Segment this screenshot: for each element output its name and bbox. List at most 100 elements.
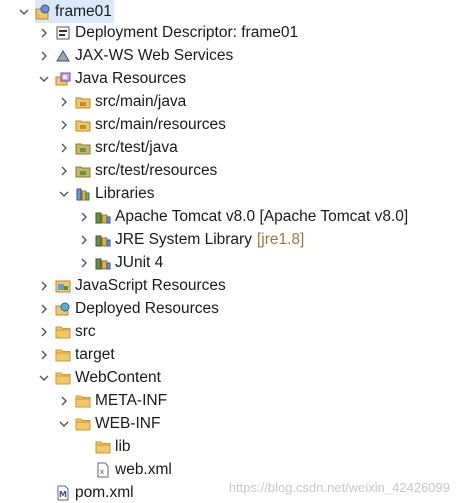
tree-item-content[interactable]: Deployment Descriptor: frame01 xyxy=(55,21,300,44)
tree-item-content[interactable]: WebContent xyxy=(55,366,163,389)
tree-item-junit-4[interactable]: JUnit 4 xyxy=(78,251,165,274)
tree-item-content[interactable]: Libraries xyxy=(75,182,156,205)
chevron-right-icon[interactable] xyxy=(38,302,50,316)
folder-icon xyxy=(75,393,91,409)
chevron-down-icon[interactable] xyxy=(38,72,50,86)
tree-item-src-test-resources[interactable]: src/test/resources xyxy=(58,159,219,182)
tree-item-content[interactable]: Jframe01 xyxy=(35,0,114,23)
chevron-right-icon[interactable] xyxy=(38,26,50,40)
tree-item-label: src/test/java xyxy=(95,139,178,156)
tree-item-label: src/main/java xyxy=(95,93,187,110)
tree-item-content[interactable]: src/test/resources xyxy=(75,159,219,182)
tree-item-javascript-resources[interactable]: JavaScript Resources xyxy=(38,274,228,297)
test-source-folder-icon xyxy=(75,140,91,156)
tree-item-libraries[interactable]: Libraries xyxy=(58,182,156,205)
tree-item-content[interactable]: lib xyxy=(95,435,133,458)
tree-item-web-xml[interactable]: x web.xml xyxy=(78,458,174,481)
tree-item-label: src/test/resources xyxy=(95,162,218,179)
svg-text:x: x xyxy=(100,468,104,476)
tree-item-label: JUnit 4 xyxy=(115,254,164,271)
test-source-folder-icon xyxy=(75,163,91,179)
tree-item-java-resources[interactable]: Java Resources xyxy=(38,67,188,90)
tree-item-label: lib xyxy=(115,438,131,455)
deployment-descriptor-icon xyxy=(55,25,71,41)
tree-item-jax-ws-web-services[interactable]: JAX-WS Web Services xyxy=(38,44,235,67)
tree-item-label: META-INF xyxy=(95,392,168,409)
tree-item-deployed-resources[interactable]: Deployed Resources xyxy=(38,297,221,320)
source-folder-icon xyxy=(75,117,91,133)
chevron-down-icon[interactable] xyxy=(58,417,70,431)
tree-item-label: Libraries xyxy=(95,185,155,202)
chevron-right-icon[interactable] xyxy=(58,164,70,178)
tree-item-src[interactable]: src xyxy=(38,320,98,343)
tree-item-content[interactable]: Apache Tomcat v8.0 [Apache Tomcat v8.0] xyxy=(95,205,410,228)
tree-item-src-test-java[interactable]: src/test/java xyxy=(58,136,180,159)
folder-icon xyxy=(55,324,71,340)
web-services-icon xyxy=(55,48,71,64)
tree-item-target[interactable]: target xyxy=(38,343,117,366)
chevron-down-icon[interactable] xyxy=(58,187,70,201)
tree-item-content[interactable]: src/test/java xyxy=(75,136,180,159)
tree-item-content[interactable]: JavaScript Resources xyxy=(55,274,228,297)
tree-item-content[interactable]: Java Resources xyxy=(55,67,188,90)
tree-item-label: pom.xml xyxy=(75,484,134,501)
chevron-right-icon[interactable] xyxy=(58,95,70,109)
tree-item-src-main-resources[interactable]: src/main/resources xyxy=(58,113,228,136)
tree-item-label: WebContent xyxy=(75,369,161,386)
tree-item-web-inf[interactable]: WEB-INF xyxy=(58,412,162,435)
svg-text:J: J xyxy=(37,13,40,20)
chevron-right-icon[interactable] xyxy=(78,210,90,224)
chevron-right-icon[interactable] xyxy=(38,49,50,63)
tree-item-label: JRE System Library xyxy=(115,231,252,248)
chevron-right-icon[interactable] xyxy=(38,279,50,293)
tree-item-label: Deployment Descriptor: frame01 xyxy=(75,24,299,41)
chevron-down-icon[interactable] xyxy=(38,371,50,385)
tree-item-meta-inf[interactable]: META-INF xyxy=(58,389,169,412)
web-project-icon: J xyxy=(35,4,51,20)
libraries-icon xyxy=(75,186,91,202)
tree-item-content[interactable]: src xyxy=(55,320,98,343)
tree-item-pom-xml[interactable]: Mpom.xml xyxy=(38,481,136,503)
maven-pom-icon: M xyxy=(55,485,71,501)
tree-item-frame01[interactable]: Jframe01 xyxy=(18,0,114,23)
tree-item-content[interactable]: JRE System Library [jre1.8] xyxy=(95,228,306,251)
tree-item-content[interactable]: JUnit 4 xyxy=(95,251,165,274)
tree-item-content[interactable]: x web.xml xyxy=(95,458,174,481)
chevron-right-icon[interactable] xyxy=(58,118,70,132)
tree-item-decoration: [jre1.8] xyxy=(256,231,305,248)
tree-item-content[interactable]: Deployed Resources xyxy=(55,297,221,320)
tree-item-label: src xyxy=(75,323,96,340)
chevron-right-icon[interactable] xyxy=(78,256,90,270)
chevron-right-icon[interactable] xyxy=(58,141,70,155)
tree-item-label: Deployed Resources xyxy=(75,300,219,317)
library-icon xyxy=(95,232,111,248)
tree-item-content[interactable]: src/main/resources xyxy=(75,113,228,136)
chevron-down-icon[interactable] xyxy=(18,5,30,19)
tree-item-label: Java Resources xyxy=(75,70,187,87)
tree-item-jre-system-library[interactable]: JRE System Library [jre1.8] xyxy=(78,228,306,251)
tree-item-content[interactable]: src/main/java xyxy=(75,90,188,113)
tree-item-content[interactable]: Mpom.xml xyxy=(55,481,136,503)
tree-item-label: WEB-INF xyxy=(95,415,161,432)
library-icon xyxy=(95,255,111,271)
tree-item-src-main-java[interactable]: src/main/java xyxy=(58,90,188,113)
tree-item-deployment-descriptor-frame01[interactable]: Deployment Descriptor: frame01 xyxy=(38,21,300,44)
tree-item-label: target xyxy=(75,346,115,363)
chevron-right-icon[interactable] xyxy=(58,394,70,408)
watermark-text: https://blog.csdn.net/weixin_42426099 xyxy=(228,480,450,495)
tree-item-content[interactable]: WEB-INF xyxy=(75,412,162,435)
chevron-right-icon[interactable] xyxy=(38,348,50,362)
tree-item-label: frame01 xyxy=(55,3,112,20)
folder-icon xyxy=(95,439,111,455)
tree-item-label: src/main/resources xyxy=(95,116,226,133)
folder-icon xyxy=(55,347,71,363)
tree-item-lib[interactable]: lib xyxy=(78,435,133,458)
chevron-right-icon[interactable] xyxy=(38,325,50,339)
tree-item-apache-tomcat-v8-0-apache-tomcat-v8-0[interactable]: Apache Tomcat v8.0 [Apache Tomcat v8.0] xyxy=(78,205,410,228)
tree-item-content[interactable]: JAX-WS Web Services xyxy=(55,44,235,67)
tree-item-webcontent[interactable]: WebContent xyxy=(38,366,163,389)
tree-item-label: Apache Tomcat v8.0 [Apache Tomcat v8.0] xyxy=(115,208,409,225)
tree-item-content[interactable]: target xyxy=(55,343,117,366)
tree-item-content[interactable]: META-INF xyxy=(75,389,169,412)
chevron-right-icon[interactable] xyxy=(78,233,90,247)
